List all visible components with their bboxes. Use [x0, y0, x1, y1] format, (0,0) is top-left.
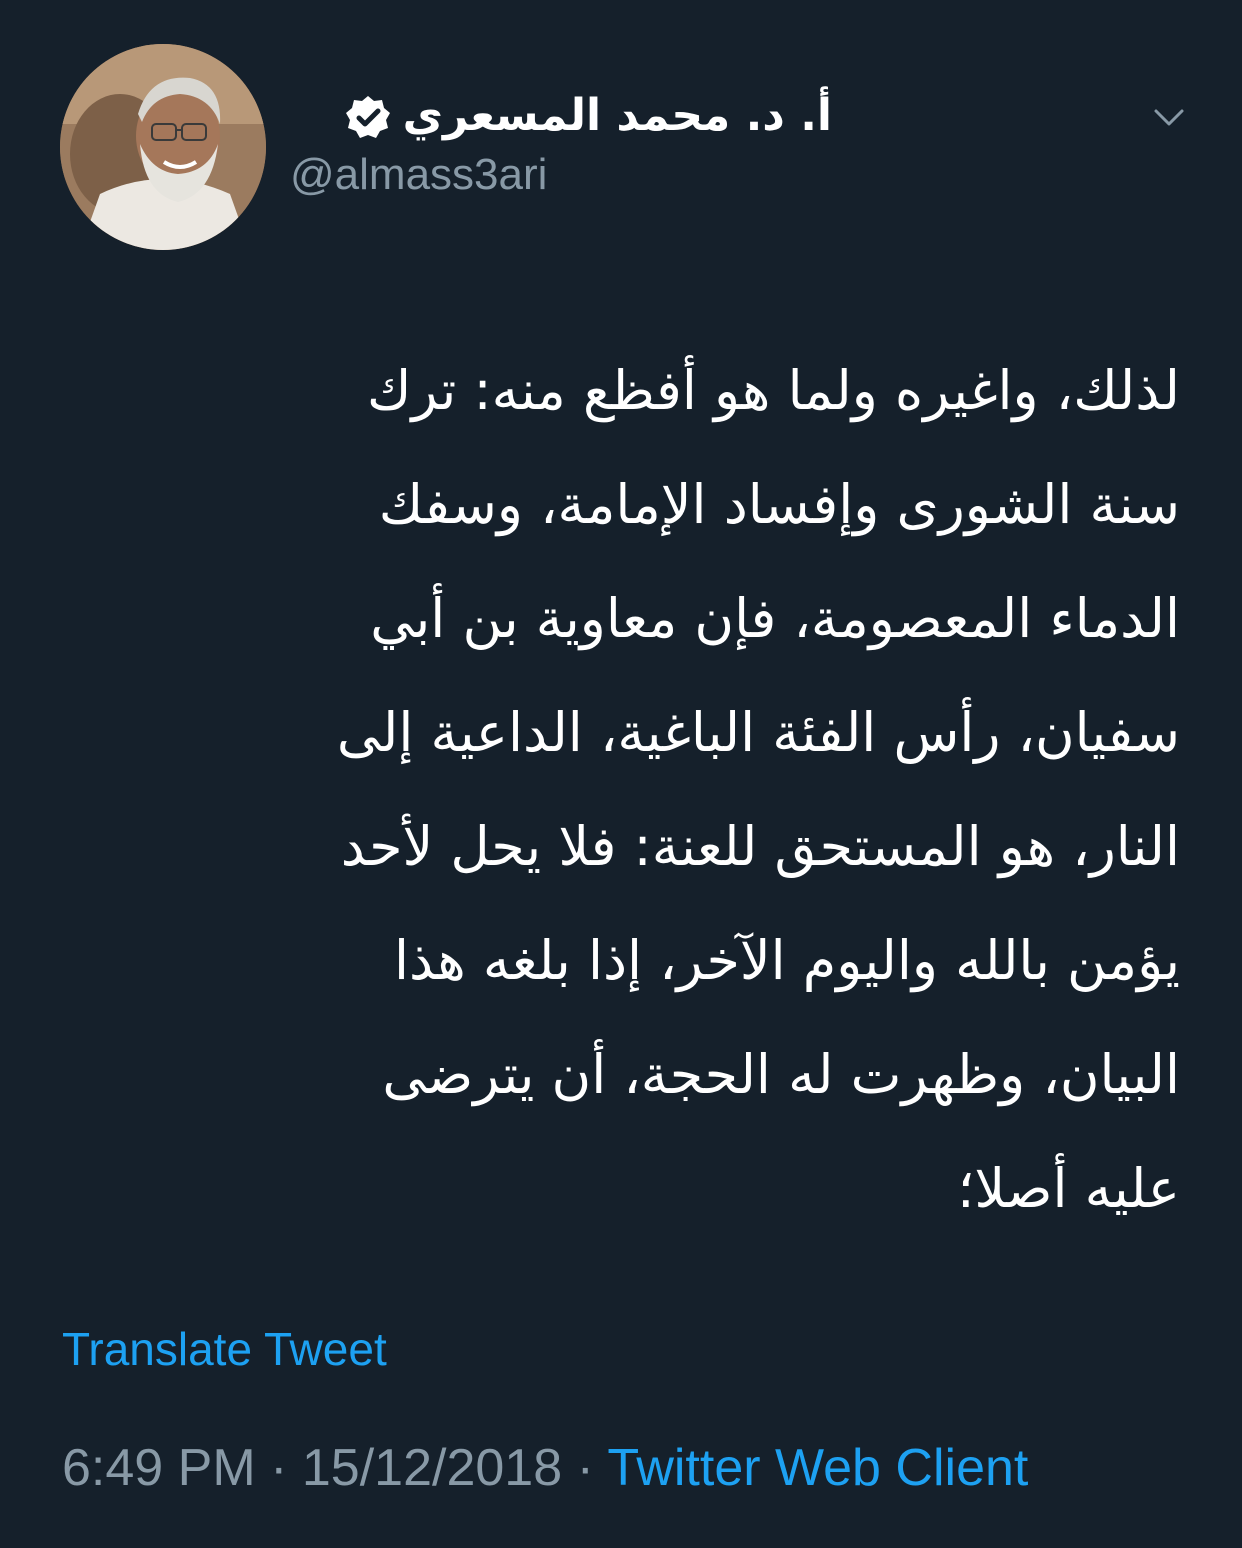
tweet-line: سفيان، رأس الفئة الباغية، الداعية إلى	[336, 701, 1180, 764]
translate-tweet-link[interactable]: Translate Tweet	[62, 1322, 387, 1376]
tweet-line: عليه أصلا؛	[957, 1157, 1180, 1220]
verified-badge-icon	[345, 96, 390, 138]
display-name[interactable]: أ. د. محمد المسعري	[403, 90, 832, 141]
tweet-time[interactable]: 6:49 PM	[62, 1439, 256, 1497]
tweet-line: سنة الشورى وإفساد الإمامة، وسفك	[378, 473, 1180, 536]
avatar[interactable]	[60, 44, 266, 250]
handle[interactable]: @almass3ari	[290, 150, 547, 200]
tweet-text: لذلك، واغيره ولما هو أفظع منه: ترك سنة ا…	[60, 334, 1180, 1246]
tweet-line: النار، هو المستحق للعنة: فلا يحل لأحد	[340, 815, 1180, 878]
meta-separator: ·	[562, 1439, 608, 1497]
tweet-source-link[interactable]: Twitter Web Client	[607, 1439, 1028, 1497]
tweet-date[interactable]: 15/12/2018	[302, 1439, 562, 1497]
tweet-line: لذلك، واغيره ولما هو أفظع منه: ترك	[366, 359, 1180, 422]
chevron-down-icon[interactable]	[1150, 98, 1188, 136]
display-name-row[interactable]: أ. د. محمد المسعري	[343, 82, 832, 148]
profile-photo	[60, 44, 266, 250]
tweet-line: الدماء المعصومة، فإن معاوية بن أبي	[370, 587, 1180, 650]
tweet-line: البيان، وظهرت له الحجة، أن يترضى	[382, 1043, 1180, 1106]
tweet-meta: 6:49 PM · 15/12/2018 · Twitter Web Clien…	[62, 1438, 1028, 1498]
tweet-line: يؤمن بالله واليوم الآخر، إذا بلغه هذا	[393, 929, 1180, 992]
meta-separator: ·	[255, 1439, 302, 1497]
